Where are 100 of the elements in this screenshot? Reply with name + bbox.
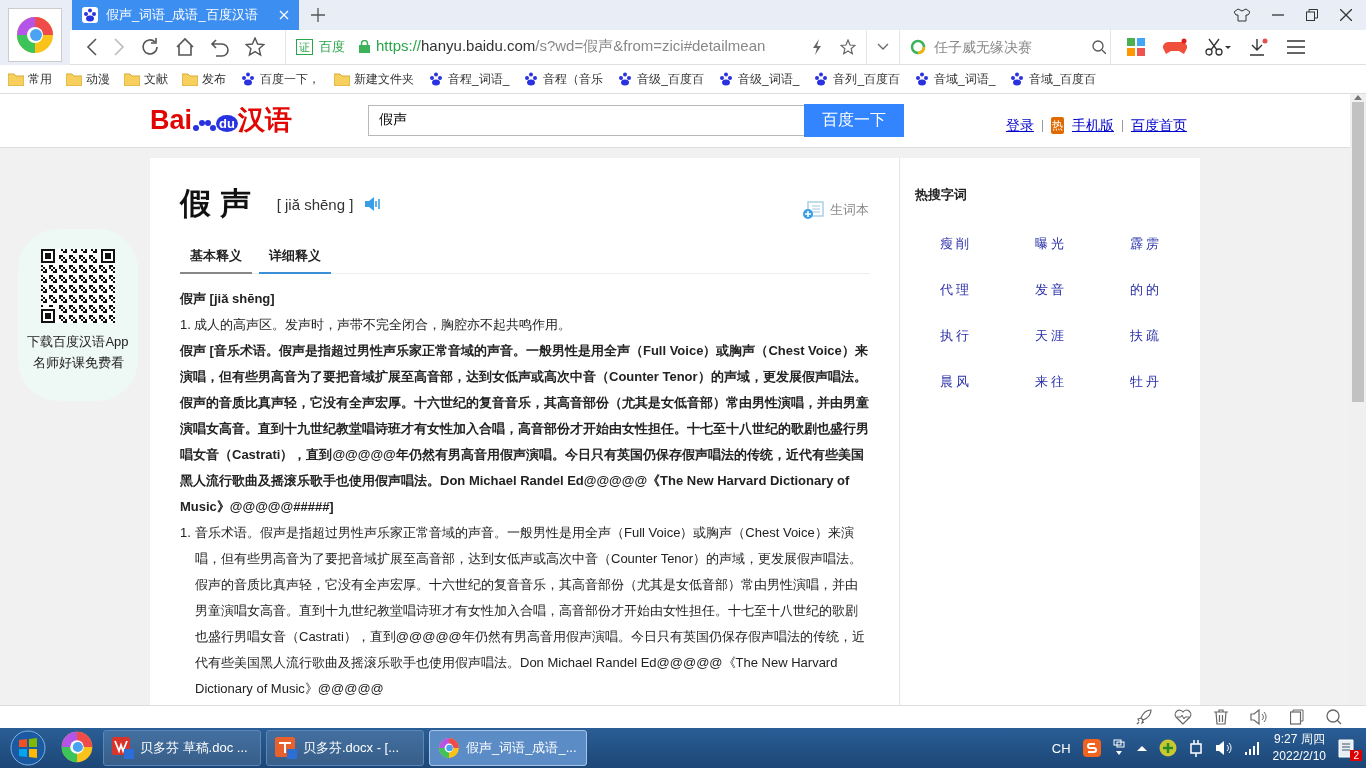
entry-word: 假 声 [180,185,251,223]
bookmark[interactable]: 文献 [124,70,168,88]
dictionary-search-field[interactable]: 假声 [367,104,804,136]
search-icon[interactable] [1326,709,1342,725]
folder-icon [66,72,82,86]
promo-text: 下载百度汉语App [27,333,129,351]
bookmark[interactable]: 动漫 [66,70,110,88]
trash-icon[interactable] [1214,709,1228,725]
shirt-icon[interactable] [1234,7,1250,22]
search-button[interactable]: 百度一下 [803,103,904,137]
hot-word-link[interactable]: 牡 丹 [1129,372,1160,392]
hot-word-link[interactable]: 发 音 [1034,280,1065,300]
star-icon[interactable] [840,38,856,55]
power-plug-icon[interactable] [1188,739,1203,757]
hot-word-link[interactable]: 来 往 [1034,372,1065,392]
bookmark[interactable]: 音域_百度百 [1009,70,1097,88]
lock-icon [359,40,370,54]
app-promo-panel[interactable]: 下载百度汉语App 名师好课免费看 [18,229,138,401]
promo-text: 名师好课免费看 [32,354,124,372]
hot-word-link[interactable]: 代 理 [939,280,970,300]
definition-heading: 假声 [jiǎ shēng] [180,290,276,308]
bookmark[interactable]: 音列_百度百 [813,70,901,88]
download-icon[interactable] [1249,37,1269,56]
hot-word-link[interactable]: 霹 雳 [1129,234,1160,254]
hot-word-link[interactable]: 扶 疏 [1129,326,1160,346]
rocket-icon[interactable] [1136,709,1152,725]
hot-word-link[interactable]: 天 涯 [1034,326,1065,346]
dropdown-icon[interactable] [877,42,889,51]
document-icon [112,737,134,759]
menu-icon[interactable] [1287,38,1305,55]
bookmark[interactable]: 音级_百度百 [617,70,705,88]
hot-word-link[interactable]: 执 行 [939,326,970,346]
lightning-icon[interactable] [812,38,822,55]
bookmark[interactable]: 新建文件夹 [334,70,414,88]
bookmark[interactable]: 常用 [8,70,52,88]
browser-logo-icon[interactable] [15,15,55,55]
definition-text: 假声 [音乐术语。假声是指超过男性声乐家正常音域的声音。一般男性是用全声（Full Voice）或胸声（Chest Voice）来演唱，但有些男高音为了要把音域扩展至高音部，达到女低声或高次中音（Counter Tenor）的声域，更发展假声唱法。假声的音质比真声轻，它没有全声宏厚。十六世纪的复音音乐，其高音部份（尤其是女低音部）常由男性演唱，并由男童演唱女高音。直到十九世纪教堂唱诗班才有女性加入合唱，高音部份才开始由女性担任。十七至十八世纪的歌剧也盛行男唱女音（Castrati），直到@@@@@年仍然有男高音用假声演唱。今日只有英国仍保存假声唱法的传统，近代有些美国黑人流行歌曲及摇滚乐歌手也使用假声唱法。Don Michael Randel Ed@@@@@《The New Harvard Dictionary of Music》@@@@@#####] [180,342,870,516]
document-icon [275,737,297,759]
bookmark[interactable]: 百度一下， [240,70,320,88]
reload-icon[interactable] [140,36,160,57]
pinyin: [ jiă shēng ] [276,195,354,213]
ime-mode-icon[interactable] [1112,739,1125,757]
new-tab-icon[interactable] [311,7,325,22]
volume-icon[interactable] [1250,709,1268,725]
folder-icon [334,72,350,86]
browser-icon [438,737,460,759]
definition-tab[interactable]: 基本释义 [180,241,252,274]
scroll-thumb[interactable] [1352,102,1364,402]
add-note-icon [802,201,824,219]
home-icon[interactable] [175,36,195,57]
header-link[interactable]: 百度首页 [1130,116,1187,135]
restore-icon[interactable] [1306,8,1318,21]
search-icon[interactable] [1092,39,1106,54]
star-icon[interactable] [245,36,265,57]
search-field[interactable]: 任子威无缘决赛 [932,37,1086,56]
definition-text: 1. 成人的高声区。发声时，声带不完全闭合，胸腔亦不起共鸣作用。 [180,316,573,334]
folder-icon [182,72,198,86]
apps-icon[interactable] [1127,37,1145,56]
baidu-hanyu-logo[interactable]: Bai du 汉语 [150,107,292,134]
input-language[interactable]: CH [1051,740,1071,756]
bookmark[interactable]: 音程（音乐 [523,70,604,88]
undo-icon[interactable] [210,36,230,57]
url-text: https://hanyu.baidu.com/s?wd=假声&from=zici#detailmean [376,37,766,57]
site-name: 百度 [319,37,345,56]
search-engine-icon [910,38,926,55]
bookmark[interactable]: 音域_词语_ [914,70,996,88]
taskbar-button[interactable]: 贝多芬.docx - [... [266,730,424,766]
hot-word-link[interactable]: 曝 光 [1034,234,1065,254]
gamepad-icon[interactable] [1163,37,1187,56]
address-bar[interactable]: 证 百度 https://hanyu.baidu.com/s?wd=假声&from=zici#detailmean [286,29,867,64]
taskbar-button[interactable]: 贝多芬 草稿.doc ... [103,730,261,766]
volume-icon[interactable] [1214,740,1233,756]
header-link[interactable]: 登录 [1005,116,1034,135]
scissors-icon[interactable] [1205,37,1231,56]
clock[interactable]: 9:27 周四 2022/2/10 [1272,731,1326,765]
definition-text: 音乐术语。假声是指超过男性声乐家正常音域的声音。一般男性是用全声（Full Voice）或胸声（Chest Voice）来演唱，但有些男高音为了要把音域扩展至高音部，达到女低声或高次中音（Counter Tenor）的声域，更发展假声唱法。假声的音质比真声轻，它没有全声宏厚。十六世纪的复音音乐，其高音部份（尤其是女低音部）常由男性演唱，并由男童演唱女高音。直到十九世纪教堂唱诗班才有女性加入合唱，高音部份才开始由女性担任。十七至十八世纪的歌剧也盛行男唱女音（Castrati），直到@@@@@年仍然有男高音用假声演唱。今日只有英国仍保存假声唱法的传统，近代有些美国黑人流行歌曲及摇滚乐歌手也使用假声唱法。Don Michael Randel Ed@@@@@《The New Harvard Dictionary of Music》@@@@@ [195,524,866,698]
bookmark[interactable]: 音级_词语_ [718,70,800,88]
notification-badge: 2 [1350,750,1362,761]
window-icon[interactable] [1290,709,1304,725]
browser-logo[interactable] [8,8,62,62]
bookmark[interactable]: 发布 [182,70,226,88]
definition-tab[interactable]: 详细释义 [259,241,331,274]
bookmark[interactable]: 音程_词语_ [428,70,510,88]
tray-expand-icon[interactable] [1136,745,1147,751]
scrollbar[interactable] [1350,94,1366,705]
hot-words-title: 热搜字词 [915,186,968,204]
hot-word-link[interactable]: 瘦 削 [939,234,970,254]
certificate-badge: 证 [296,38,313,55]
close-icon[interactable] [1340,8,1352,21]
signal-icon[interactable] [1244,741,1261,755]
wordbook-button[interactable]: 生词本 [802,201,869,219]
speaker-icon[interactable] [365,197,382,211]
header-link[interactable]: 手机版 [1071,116,1114,135]
add-icon[interactable] [1158,739,1177,757]
ime-icon[interactable] [1082,739,1101,757]
hot-word-link[interactable]: 的 的 [1129,280,1160,300]
start-button-icon[interactable] [10,730,46,766]
heartbeat-icon[interactable] [1174,709,1192,725]
back-icon[interactable] [86,37,98,56]
hot-word-link[interactable]: 晨 风 [939,372,970,392]
